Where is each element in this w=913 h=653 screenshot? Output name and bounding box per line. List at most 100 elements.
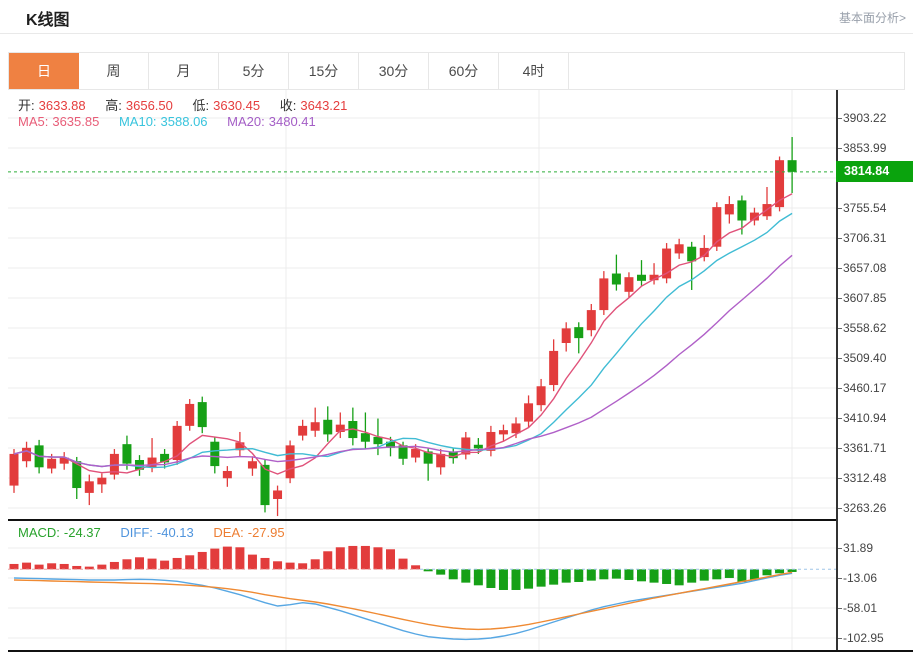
close-label: 收: — [280, 98, 297, 113]
fundamental-analysis-link[interactable]: 基本面分析> — [839, 9, 906, 26]
price-axis-label: 3853.99 — [843, 140, 909, 156]
candle-body — [273, 490, 282, 499]
macd-label: MACD: — [18, 525, 60, 540]
macd-bar — [286, 563, 295, 570]
macd-bar — [436, 569, 445, 574]
candle-body — [298, 426, 307, 436]
diff-value: -40.13 — [157, 525, 194, 540]
tab-60分[interactable]: 60分 — [429, 53, 499, 89]
macd-bar — [72, 566, 81, 569]
tab-月[interactable]: 月 — [149, 53, 219, 89]
price-axis-label: 3706.31 — [843, 230, 909, 246]
open-value: 3633.88 — [39, 98, 86, 113]
candle-body — [675, 244, 684, 253]
high-value: 3656.50 — [126, 98, 173, 113]
tab-5分[interactable]: 5分 — [219, 53, 289, 89]
open-label: 开: — [18, 98, 35, 113]
macd-bar — [486, 569, 495, 588]
macd-bar — [474, 569, 483, 585]
macd-bar — [311, 559, 320, 569]
timeframe-tabbar: 日周月5分15分30分60分4时 — [8, 52, 905, 90]
macd-bar — [675, 569, 684, 585]
candle-body — [474, 445, 483, 449]
ma-legend: MA5:3635.85 MA10:3588.06 MA20:3480.41 — [18, 114, 320, 129]
macd-bar — [499, 569, 508, 590]
price-axis-label: 3903.22 — [843, 110, 909, 126]
macd-bar — [512, 569, 521, 590]
macd-bar — [60, 564, 69, 569]
close-value: 3643.21 — [300, 98, 347, 113]
ma20-value: 3480.41 — [269, 114, 316, 129]
macd-bar — [662, 569, 671, 584]
pane-divider — [8, 519, 836, 521]
macd-bar — [537, 569, 546, 586]
candle-body — [788, 160, 797, 172]
macd-axis-label: -13.06 — [843, 570, 909, 586]
price-axis-label: 3460.17 — [843, 380, 909, 396]
candle-body — [687, 247, 696, 262]
macd-bar — [348, 546, 357, 569]
price-axis-label: 3410.94 — [843, 410, 909, 426]
bottom-border — [8, 650, 913, 652]
macd-bar — [273, 561, 282, 569]
macd-bar — [160, 561, 169, 570]
macd-bar — [122, 559, 131, 569]
macd-bar — [361, 546, 370, 569]
ma5-label: MA5: — [18, 114, 48, 129]
candle-body — [361, 433, 370, 442]
candlestick-chart[interactable] — [8, 90, 836, 520]
candle-body — [436, 454, 445, 467]
macd-bar — [173, 558, 182, 569]
candle-body — [524, 403, 533, 421]
macd-bar — [373, 547, 382, 569]
candle-body — [587, 310, 596, 330]
candle-body — [512, 423, 521, 433]
macd-bar — [725, 569, 734, 578]
ma20-line — [14, 255, 792, 466]
ma10-label: MA10: — [119, 114, 157, 129]
candle-body — [411, 449, 420, 458]
title-divider — [0, 33, 913, 34]
candle-body — [198, 402, 207, 427]
macd-bar — [336, 547, 345, 569]
macd-bar — [637, 569, 646, 581]
candles-layer — [10, 137, 797, 516]
candle-body — [85, 481, 94, 493]
candle-body — [173, 426, 182, 460]
macd-axis-label: -102.95 — [843, 630, 909, 646]
candle-body — [10, 454, 19, 486]
macd-bar — [737, 569, 746, 582]
macd-bar — [712, 569, 721, 579]
candle-body — [537, 386, 546, 405]
tab-15分[interactable]: 15分 — [289, 53, 359, 89]
macd-bar — [386, 549, 395, 569]
macd-bar — [298, 563, 307, 569]
macd-bar — [148, 559, 157, 570]
tab-4时[interactable]: 4时 — [499, 53, 569, 89]
macd-bar — [775, 569, 784, 573]
tab-30分[interactable]: 30分 — [359, 53, 429, 89]
dea-label: DEA: — [213, 525, 243, 540]
macd-bar — [624, 569, 633, 580]
tab-周[interactable]: 周 — [79, 53, 149, 89]
macd-bar — [47, 563, 56, 569]
macd-bar — [22, 563, 31, 570]
price-axis-label: 3361.71 — [843, 440, 909, 456]
macd-bar — [248, 555, 257, 570]
grid-layer — [8, 90, 836, 520]
macd-bar — [223, 547, 232, 570]
candle-body — [210, 442, 219, 466]
macd-bar — [198, 552, 207, 569]
ohlc-legend: 开:3633.88 高:3656.50 低:3630.45 收:3643.21 — [18, 95, 351, 114]
macd-bar — [700, 569, 709, 580]
tab-日[interactable]: 日 — [9, 53, 79, 89]
candle-body — [122, 444, 131, 464]
price-axis-label: 3509.40 — [843, 350, 909, 366]
macd-bar — [599, 569, 608, 579]
candle-body — [499, 430, 508, 434]
macd-bar — [35, 565, 44, 570]
kline-widget: K线图 基本面分析> 日周月5分15分30分60分4时 开:3633.88 高:… — [0, 0, 913, 653]
candle-body — [97, 478, 106, 485]
macd-bar — [235, 547, 244, 569]
ma5-value: 3635.85 — [52, 114, 99, 129]
